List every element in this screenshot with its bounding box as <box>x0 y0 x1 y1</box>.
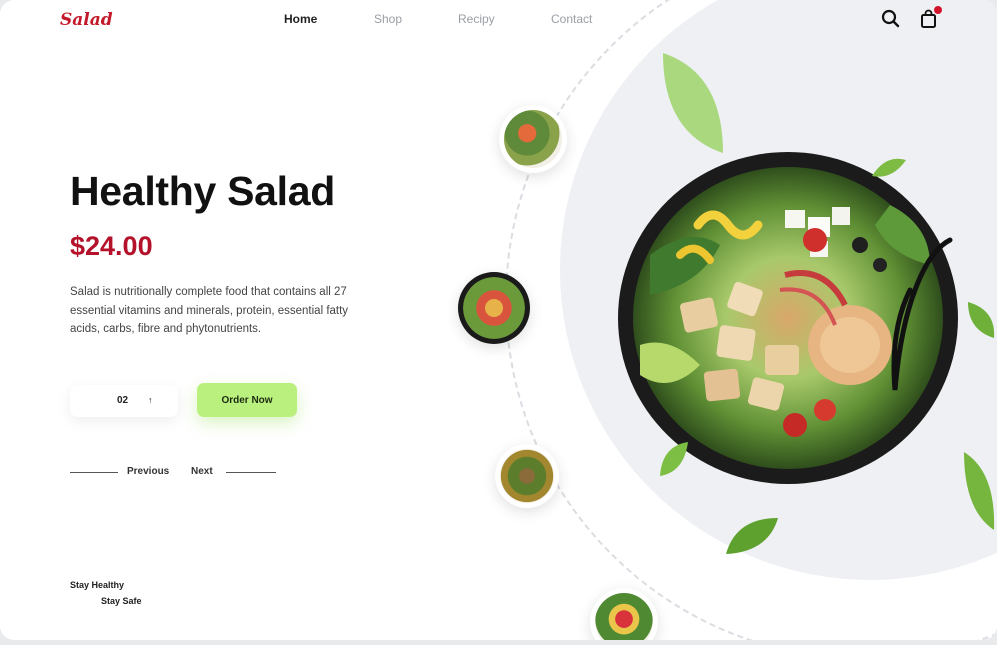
leaf-icon <box>660 442 688 476</box>
nav-contact[interactable]: Contact <box>551 12 592 26</box>
page-title: Healthy Salad <box>70 168 335 214</box>
brand-logo[interactable]: Salad <box>60 10 113 30</box>
cart-badge <box>934 6 942 14</box>
next-button[interactable]: Next <box>191 466 213 477</box>
salad-thumbnail-2[interactable] <box>458 272 530 344</box>
nav-home[interactable]: Home <box>284 12 317 26</box>
product-description: Salad is nutritionally complete food tha… <box>70 286 349 335</box>
leaf-icon <box>872 158 906 177</box>
salad-thumbnail-3[interactable] <box>495 444 559 508</box>
leaf-icon <box>964 452 995 530</box>
quantity-up-arrow-icon[interactable]: ↑ <box>148 395 153 405</box>
salad-thumbnail-1[interactable] <box>499 105 567 173</box>
quantity-value: 02 <box>117 395 129 406</box>
leaf-icon <box>663 53 723 153</box>
order-now-button[interactable]: Order Now <box>197 383 297 417</box>
leaf-icon <box>968 302 995 338</box>
shopping-bag-icon[interactable] <box>918 6 942 30</box>
nav-shop[interactable]: Shop <box>374 12 402 26</box>
search-icon[interactable] <box>880 8 902 30</box>
motto-line-2: Stay Safe <box>101 596 142 606</box>
landing-page: Salad Home Shop Recipy Contact Healthy S… <box>0 0 997 640</box>
next-line-icon <box>226 472 276 473</box>
motto-line-1: Stay Healthy <box>70 580 125 590</box>
price: $24.00 <box>70 231 153 261</box>
nav-recipy[interactable]: Recipy <box>458 12 495 26</box>
salad-thumbnail-4[interactable] <box>590 588 658 640</box>
previous-line-icon <box>70 472 118 473</box>
previous-button[interactable]: Previous <box>127 466 169 477</box>
leaf-icon <box>726 518 778 554</box>
quantity-stepper[interactable]: 02 ↑ <box>70 385 178 417</box>
